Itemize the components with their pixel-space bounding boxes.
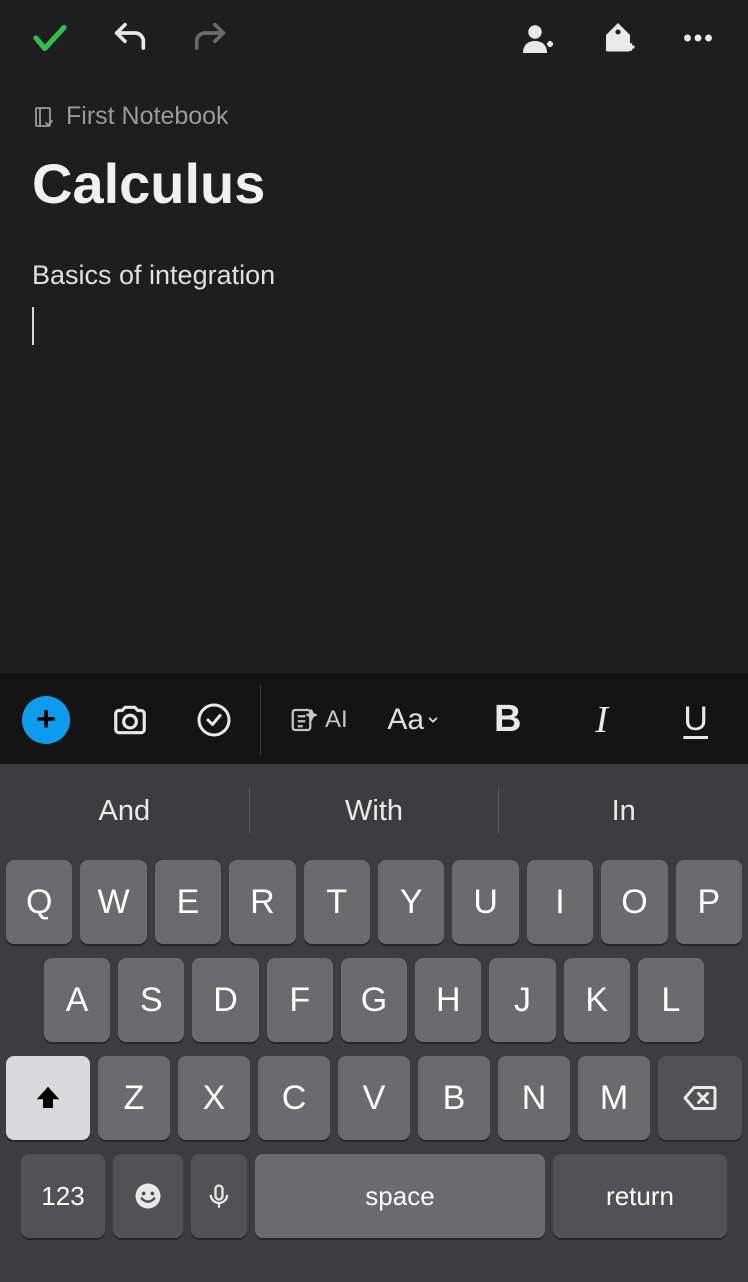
- suggestion[interactable]: With: [250, 795, 499, 828]
- notebook-selector[interactable]: First Notebook: [0, 72, 748, 139]
- suggestion[interactable]: And: [0, 795, 249, 828]
- text-cursor: [32, 307, 34, 345]
- key-row-2: A S D F G H J K L: [6, 958, 742, 1042]
- key[interactable]: B: [418, 1056, 490, 1140]
- key-row-4: 123 space return: [6, 1154, 742, 1238]
- ai-label: AI: [325, 706, 348, 734]
- font-label: Aa: [387, 703, 424, 737]
- header-bar: [0, 0, 748, 72]
- shift-icon: [33, 1083, 63, 1113]
- key[interactable]: H: [415, 958, 481, 1042]
- undo-button[interactable]: [108, 16, 152, 60]
- camera-icon: [111, 701, 149, 739]
- shift-key[interactable]: [6, 1056, 90, 1140]
- backspace-icon: [682, 1080, 718, 1116]
- key[interactable]: M: [578, 1056, 650, 1140]
- key[interactable]: G: [341, 958, 407, 1042]
- key[interactable]: T: [304, 860, 370, 944]
- key[interactable]: J: [489, 958, 555, 1042]
- key-row-1: Q W E R T Y U I O P: [6, 860, 742, 944]
- tag-button[interactable]: [596, 16, 640, 60]
- editor-toolbar: + AI Aa B I U: [0, 674, 748, 764]
- mic-icon: [205, 1182, 233, 1210]
- keyboard: And With In Q W E R T Y U I O P A S D F …: [0, 764, 748, 1282]
- return-key[interactable]: return: [553, 1154, 727, 1238]
- suggestion[interactable]: In: [499, 795, 748, 828]
- ai-sparkle-icon: [289, 705, 319, 735]
- key[interactable]: F: [267, 958, 333, 1042]
- space-key[interactable]: space: [255, 1154, 545, 1238]
- task-button[interactable]: [186, 692, 242, 748]
- key[interactable]: K: [564, 958, 630, 1042]
- italic-button[interactable]: I: [574, 692, 630, 748]
- check-circle-icon: [196, 702, 232, 738]
- numbers-key[interactable]: 123: [21, 1154, 105, 1238]
- bold-button[interactable]: B: [480, 692, 536, 748]
- emoji-icon: [133, 1181, 163, 1211]
- key[interactable]: V: [338, 1056, 410, 1140]
- undo-icon: [110, 18, 150, 58]
- person-add-icon: [520, 20, 556, 56]
- key[interactable]: R: [229, 860, 295, 944]
- key-row-3: Z X C V B N M: [6, 1056, 742, 1140]
- key[interactable]: O: [601, 860, 667, 944]
- tag-add-icon: [600, 20, 636, 56]
- key[interactable]: P: [676, 860, 742, 944]
- key[interactable]: U: [452, 860, 518, 944]
- key[interactable]: A: [44, 958, 110, 1042]
- add-button[interactable]: +: [18, 692, 74, 748]
- share-button[interactable]: [516, 16, 560, 60]
- font-style-button[interactable]: Aa: [386, 692, 442, 748]
- note-body-line[interactable]: Basics of integration: [0, 224, 748, 299]
- notebook-icon: [32, 105, 56, 129]
- editor-area[interactable]: First Notebook Calculus Basics of integr…: [0, 72, 748, 674]
- more-icon: [680, 20, 716, 56]
- plus-icon: +: [22, 696, 70, 744]
- key[interactable]: C: [258, 1056, 330, 1140]
- redo-button[interactable]: [188, 16, 232, 60]
- ai-button[interactable]: AI: [289, 692, 348, 748]
- suggestion-bar: And With In: [0, 770, 748, 852]
- key[interactable]: Z: [98, 1056, 170, 1140]
- camera-button[interactable]: [102, 692, 158, 748]
- key[interactable]: Q: [6, 860, 72, 944]
- key[interactable]: W: [80, 860, 146, 944]
- chevron-down-icon: [426, 713, 440, 727]
- key[interactable]: E: [155, 860, 221, 944]
- key[interactable]: S: [118, 958, 184, 1042]
- notebook-name: First Notebook: [66, 102, 229, 131]
- underline-button[interactable]: U: [668, 692, 724, 748]
- key[interactable]: Y: [378, 860, 444, 944]
- emoji-key[interactable]: [113, 1154, 183, 1238]
- key[interactable]: I: [527, 860, 593, 944]
- done-button[interactable]: [28, 16, 72, 60]
- key[interactable]: X: [178, 1056, 250, 1140]
- key[interactable]: N: [498, 1056, 570, 1140]
- mic-key[interactable]: [191, 1154, 247, 1238]
- backspace-key[interactable]: [658, 1056, 742, 1140]
- note-title[interactable]: Calculus: [0, 139, 748, 224]
- key[interactable]: L: [638, 958, 704, 1042]
- key[interactable]: D: [192, 958, 258, 1042]
- redo-icon: [190, 18, 230, 58]
- check-icon: [29, 17, 71, 59]
- more-button[interactable]: [676, 16, 720, 60]
